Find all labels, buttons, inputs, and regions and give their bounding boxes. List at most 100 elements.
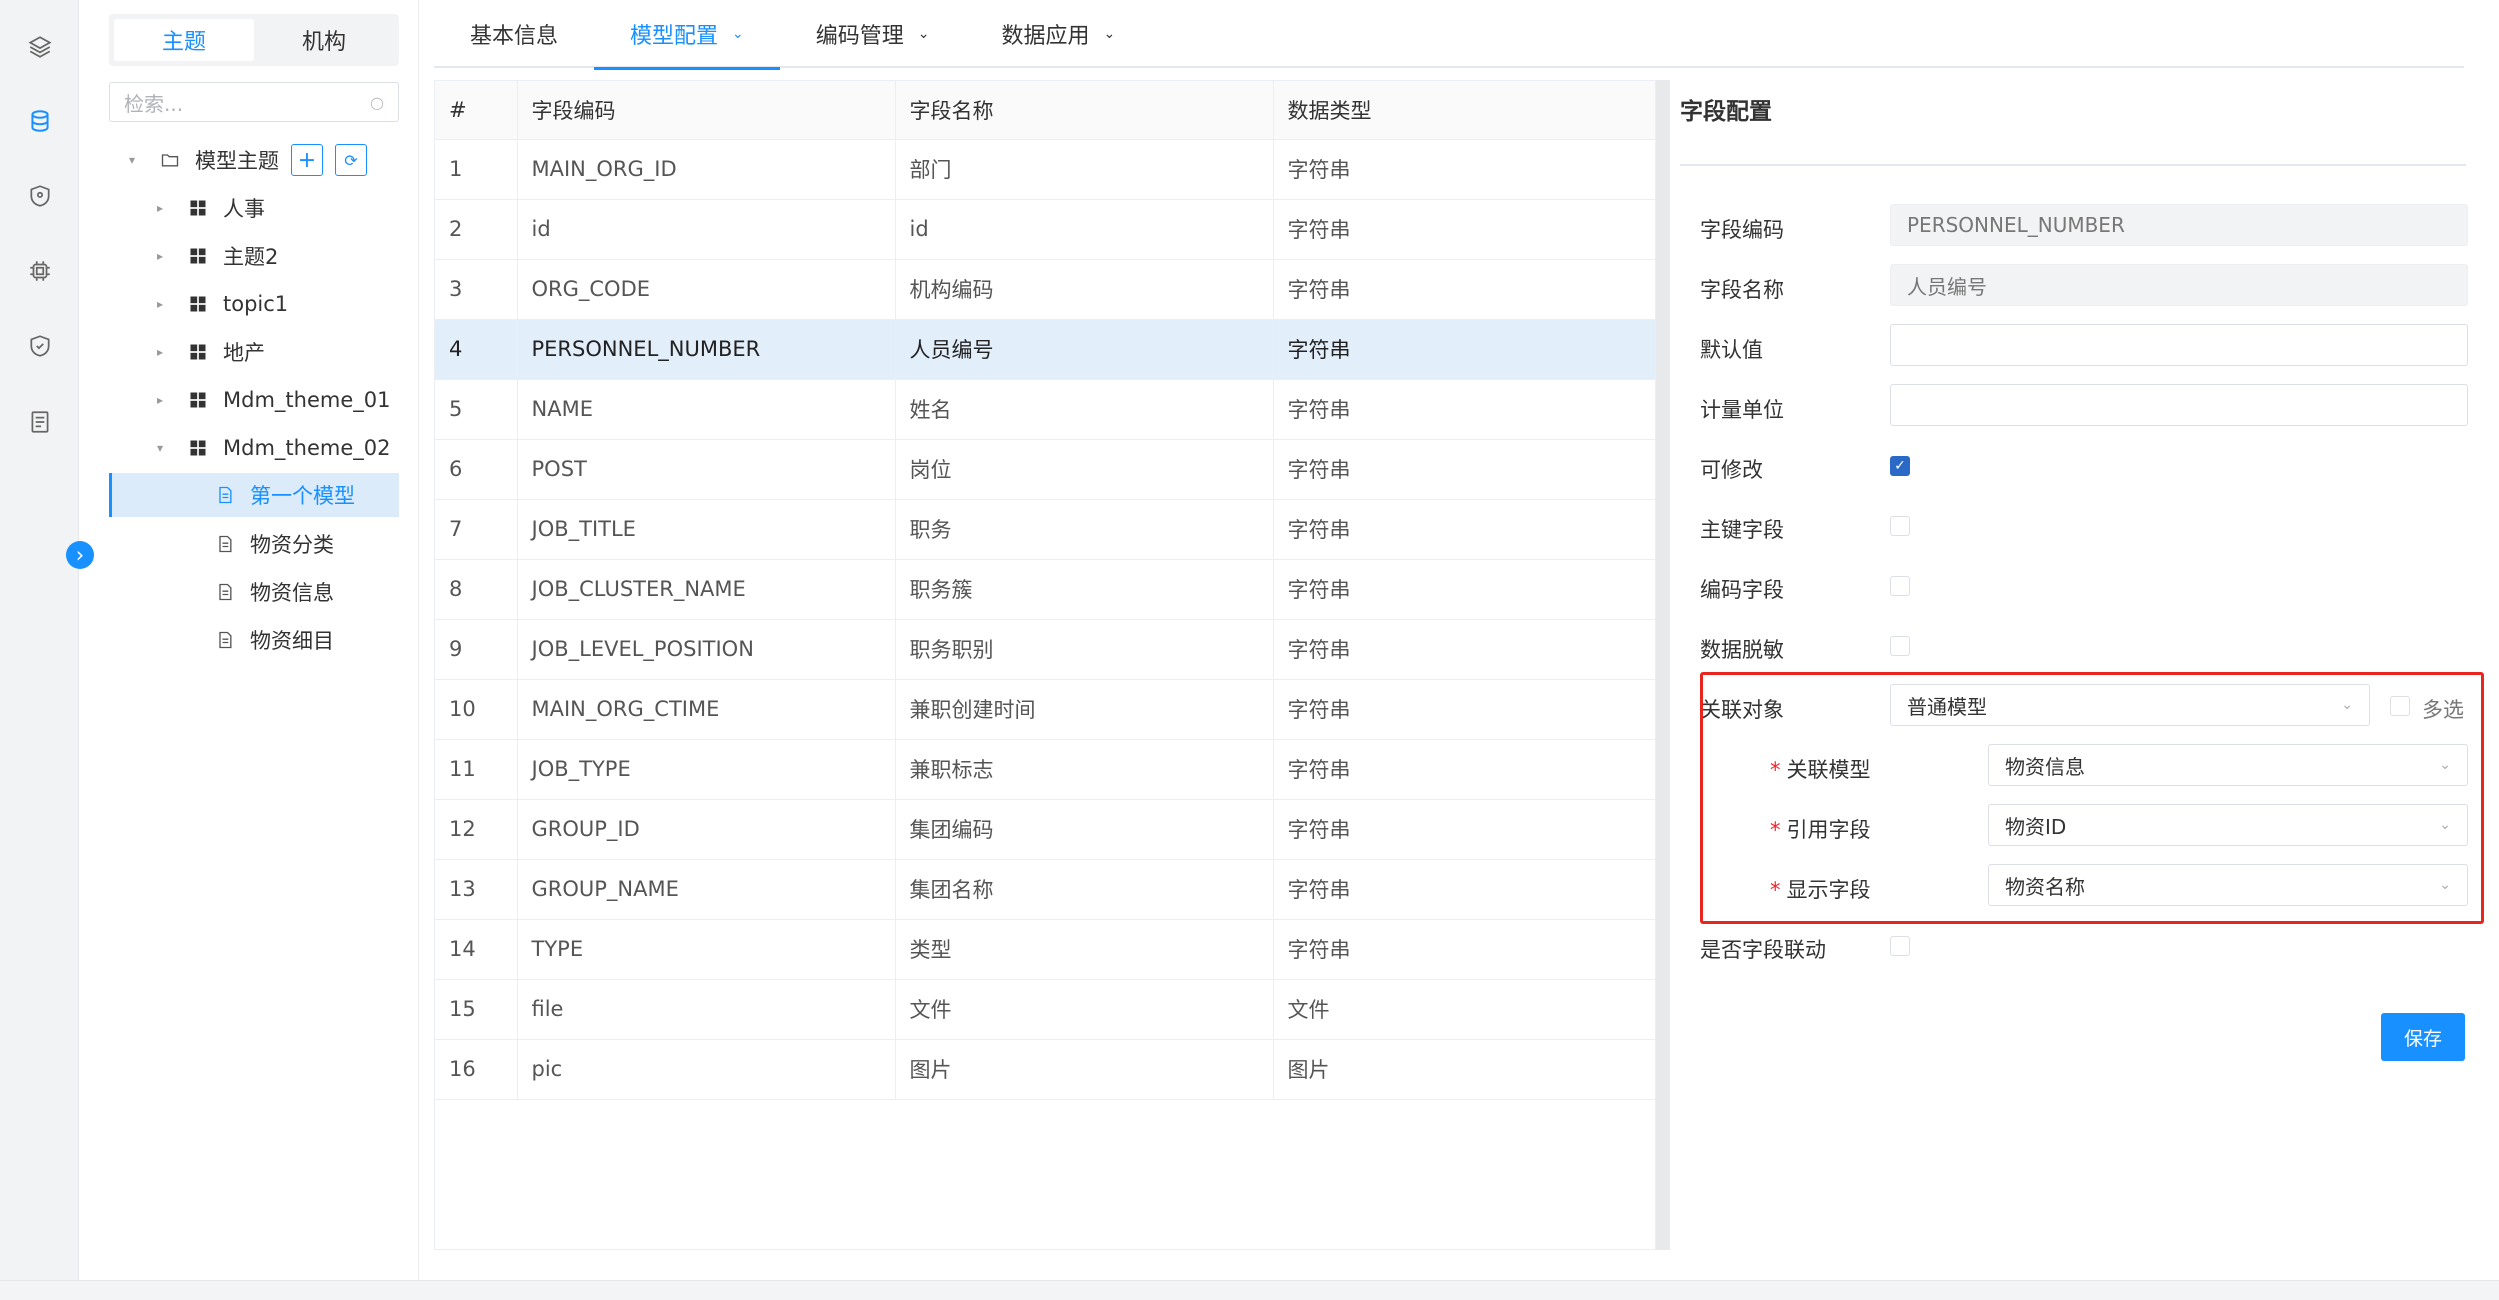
tree-leaf-label: 物资信息	[250, 581, 334, 605]
ref-field-select[interactable]: 物资ID ⌄	[1988, 804, 2468, 846]
refresh-button[interactable]: ⟳	[335, 144, 367, 176]
field-name-label: 字段名称	[1700, 278, 1784, 302]
config-divider	[1680, 164, 2466, 166]
table-cell: JOB_CLUSTER_NAME	[517, 559, 896, 620]
table-cell: 1	[435, 139, 518, 200]
table-cell: 13	[435, 859, 518, 920]
tab-basic-info[interactable]: 基本信息	[434, 0, 594, 68]
table-row[interactable]: 6 POST 岗位 字符串	[435, 439, 1656, 500]
display-field-select[interactable]: 物资名称 ⌄	[1988, 864, 2468, 906]
chip-icon[interactable]	[24, 255, 56, 287]
table-cell: 字符串	[1273, 919, 1656, 980]
expand-sidebar-button[interactable]: ›	[66, 541, 94, 569]
table-row[interactable]: 1 MAIN_ORG_ID 部门 字符串	[435, 139, 1656, 200]
table-row[interactable]: 15 file 文件 文件	[435, 979, 1656, 1040]
table-row[interactable]: 2 id id 字符串	[435, 199, 1656, 260]
table-row[interactable]: 4 PERSONNEL_NUMBER 人员编号 字符串	[435, 319, 1656, 380]
relation-object-select[interactable]: 普通模型 ⌄	[1890, 684, 2370, 726]
tree-node[interactable]: ▸ 主题2	[151, 234, 278, 278]
code-field-checkbox[interactable]	[1890, 576, 1910, 596]
document-icon	[214, 581, 236, 603]
table-row[interactable]: 7 JOB_TITLE 职务 字符串	[435, 499, 1656, 560]
field-code-input: PERSONNEL_NUMBER	[1890, 204, 2468, 246]
document-icon	[214, 629, 236, 651]
table-cell: NAME	[517, 379, 896, 440]
table-row[interactable]: 12 GROUP_ID 集团编码 字符串	[435, 799, 1656, 860]
tree-node[interactable]: ▸ Mdm_theme_01	[151, 378, 390, 422]
folder-icon	[159, 149, 181, 171]
table-row[interactable]: 8 JOB_CLUSTER_NAME 职务簇 字符串	[435, 559, 1656, 620]
tree-root[interactable]: ▾ 模型主题 + ⟳	[123, 138, 367, 182]
table-scrollbar[interactable]	[1656, 80, 1670, 1250]
table-row[interactable]: 3 ORG_CODE 机构编码 字符串	[435, 259, 1656, 320]
table-cell: 人员编号	[895, 319, 1274, 380]
editable-checkbox[interactable]: ✓	[1890, 456, 1910, 476]
document-list-icon[interactable]	[24, 406, 56, 438]
table-row[interactable]: 5 NAME 姓名 字符串	[435, 379, 1656, 440]
default-value-input[interactable]	[1890, 324, 2468, 366]
table-row[interactable]: 10 MAIN_ORG_CTIME 兼职创建时间 字符串	[435, 679, 1656, 740]
table-cell: 机构编码	[895, 259, 1274, 320]
ref-field-value: 物资ID	[2005, 814, 2067, 839]
data-mask-checkbox[interactable]	[1890, 636, 1910, 656]
table-row[interactable]: 14 TYPE 类型 字符串	[435, 919, 1656, 980]
tree-node[interactable]: ▸ topic1	[151, 282, 288, 326]
grid-icon	[187, 437, 209, 459]
table-cell: 字符串	[1273, 619, 1656, 680]
tree-node[interactable]: ▾ Mdm_theme_02	[151, 426, 390, 470]
column-header: 字段编码	[517, 81, 896, 140]
table-cell: 8	[435, 559, 518, 620]
table-row[interactable]: 16 pic 图片 图片	[435, 1039, 1656, 1100]
chevron-down-icon: ⌄	[2439, 877, 2451, 893]
layers-icon[interactable]	[24, 31, 56, 63]
tab-data-application[interactable]: 数据应用 ⌄	[966, 0, 1152, 68]
tree-leaf[interactable]: 物资信息	[214, 570, 334, 614]
multi-select-checkbox[interactable]	[2390, 696, 2410, 716]
unit-input[interactable]	[1890, 384, 2468, 426]
segment-topic[interactable]: 主题	[114, 19, 254, 61]
table-cell: 字符串	[1273, 139, 1656, 200]
table-cell: pic	[517, 1039, 896, 1100]
table-cell: PERSONNEL_NUMBER	[517, 319, 896, 380]
segment-org[interactable]: 机构	[254, 19, 394, 61]
tree-panel: 主题 机构 检索... ○ ▾ 模型主题 + ⟳ ▸ 人事 ▸ 主题2 ▸ to…	[79, 0, 419, 1280]
display-field-text: 显示字段	[1786, 878, 1871, 902]
column-header: #	[435, 81, 518, 140]
table-cell: 15	[435, 979, 518, 1040]
tab-code-management[interactable]: 编码管理 ⌄	[780, 0, 966, 68]
table-cell: 7	[435, 499, 518, 560]
table-row[interactable]: 9 JOB_LEVEL_POSITION 职务职别 字符串	[435, 619, 1656, 680]
primary-key-checkbox[interactable]	[1890, 516, 1910, 536]
shield-icon[interactable]	[24, 180, 56, 212]
chevron-down-icon: ⌄	[1103, 26, 1116, 42]
table-row[interactable]: 11 JOB_TYPE 兼职标志 字符串	[435, 739, 1656, 800]
tree-node[interactable]: ▸ 地产	[151, 330, 265, 374]
table-cell: TYPE	[517, 919, 896, 980]
display-field-label: * 显示字段	[1770, 874, 1871, 904]
add-button[interactable]: +	[291, 144, 323, 176]
database-icon[interactable]	[24, 105, 56, 137]
rel-model-select[interactable]: 物资信息 ⌄	[1988, 744, 2468, 786]
tree-leaf-selected[interactable]: 第一个模型	[109, 473, 399, 517]
table-cell: 字符串	[1273, 859, 1656, 920]
grid-icon	[187, 389, 209, 411]
tab-label: 基本信息	[470, 24, 559, 49]
tree-leaf[interactable]: 物资分类	[214, 522, 334, 566]
tree-leaf[interactable]: 物资细目	[214, 618, 334, 662]
table-cell: 字符串	[1273, 379, 1656, 440]
table-cell: file	[517, 979, 896, 1040]
shield-check-icon[interactable]	[24, 330, 56, 362]
tree-leaf-label: 第一个模型	[250, 484, 355, 508]
save-button[interactable]: 保存	[2381, 1013, 2465, 1061]
field-linkage-checkbox[interactable]	[1890, 936, 1910, 956]
caret-right-icon: ▸	[156, 201, 164, 215]
tree-leaf-label: 物资细目	[250, 629, 334, 653]
required-mark: *	[1770, 818, 1781, 842]
tree-node[interactable]: ▸ 人事	[151, 186, 265, 230]
table-row[interactable]: 13 GROUP_NAME 集团名称 字符串	[435, 859, 1656, 920]
field-config-panel: 字段配置 字段编码 PERSONNEL_NUMBER 字段名称 人员编号 默认值…	[1670, 80, 2480, 1260]
tree-node-label: Mdm_theme_02	[223, 436, 391, 460]
tab-model-config[interactable]: 模型配置 ⌄	[594, 0, 780, 70]
tree-search-input[interactable]: 检索... ○	[109, 82, 399, 122]
table-cell: 11	[435, 739, 518, 800]
